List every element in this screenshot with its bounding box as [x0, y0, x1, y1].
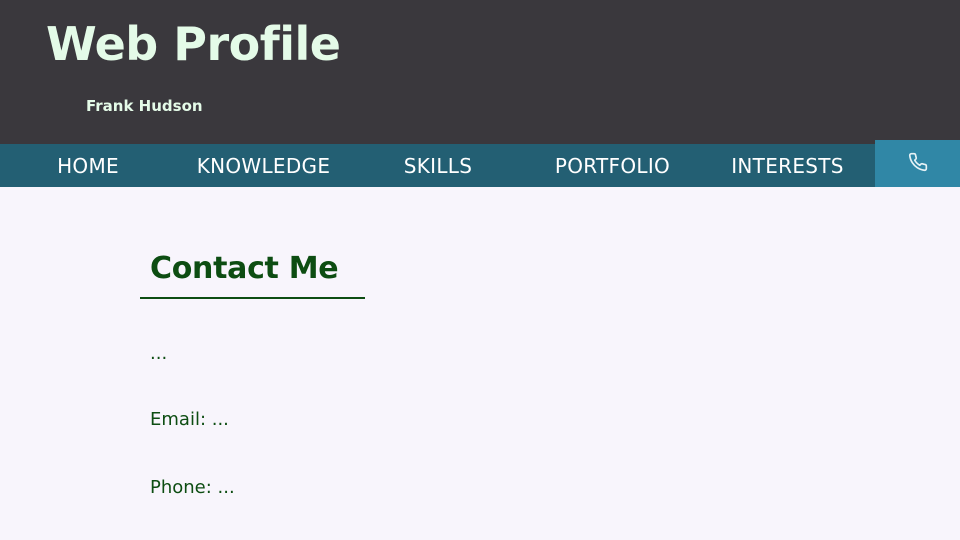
nav-item-contact[interactable]: [875, 140, 960, 187]
contact-title: Contact Me: [150, 251, 339, 286]
phone-icon: [908, 152, 927, 171]
contact-intro-text: ...: [150, 343, 168, 364]
title-underline: [140, 297, 365, 299]
nav-item-home[interactable]: HOME: [0, 144, 176, 187]
nav-item-interests[interactable]: INTERESTS: [700, 144, 875, 187]
nav-item-knowledge[interactable]: KNOWLEDGE: [176, 144, 351, 187]
site-header: Web Profile Frank Hudson: [0, 0, 960, 144]
contact-phone: Phone: ...: [150, 477, 235, 498]
author-name: Frank Hudson: [86, 97, 203, 115]
main-navigation: HOME KNOWLEDGE SKILLS PORTFOLIO INTEREST…: [0, 140, 960, 187]
site-title: Web Profile: [46, 17, 341, 71]
nav-item-portfolio[interactable]: PORTFOLIO: [525, 144, 700, 187]
contact-email: Email: ...: [150, 409, 229, 430]
nav-item-skills[interactable]: SKILLS: [351, 144, 525, 187]
